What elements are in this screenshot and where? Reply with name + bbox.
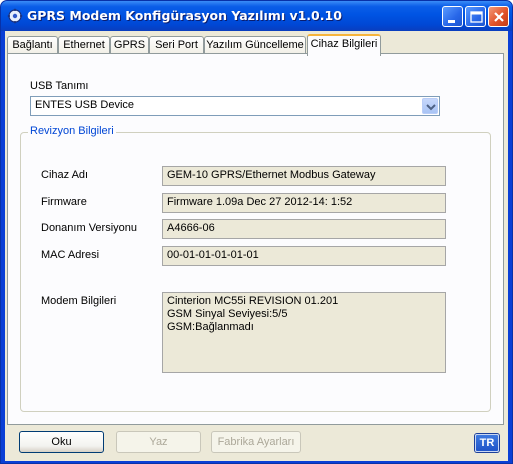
hardware-version-field: A4666-06 bbox=[162, 219, 446, 239]
close-button[interactable] bbox=[488, 6, 509, 27]
modem-info-field: Cinterion MC55i REVISION 01.201 GSM Siny… bbox=[162, 292, 446, 373]
minimize-button[interactable] bbox=[442, 6, 463, 27]
modem-info-label: Modem Bilgileri bbox=[41, 295, 117, 307]
device-name-label: Cihaz Adı bbox=[41, 169, 89, 181]
usb-device-select[interactable]: ENTES USB Device bbox=[30, 96, 440, 116]
firmware-field: Firmware 1.09a Dec 27 2012-14: 1:52 bbox=[162, 193, 446, 213]
modem-info-line: GSM:Bağlanmadı bbox=[167, 321, 254, 333]
modem-info-line: GSM Sinyal Seviyesi:5/5 bbox=[167, 308, 288, 320]
device-name-field: GEM-10 GPRS/Ethernet Modbus Gateway bbox=[162, 166, 446, 186]
firmware-label: Firmware bbox=[41, 196, 87, 208]
language-button[interactable]: TR bbox=[475, 434, 499, 452]
close-icon bbox=[494, 12, 504, 22]
title-bar[interactable]: GPRS Modem Konfigürasyon Yazılımı v1.0.1… bbox=[1, 1, 512, 31]
usb-label: USB Tanımı bbox=[30, 80, 89, 92]
tab-seri-port[interactable]: Seri Port bbox=[149, 36, 204, 54]
usb-device-selected: ENTES USB Device bbox=[35, 99, 135, 111]
revision-group: Revizyon Bilgileri Cihaz Adı GEM-10 GPRS… bbox=[20, 125, 491, 412]
dropdown-button[interactable] bbox=[422, 98, 438, 114]
tab-ethernet[interactable]: Ethernet bbox=[58, 36, 110, 54]
read-button[interactable]: Oku bbox=[19, 431, 104, 453]
factory-reset-button[interactable]: Fabrika Ayarları bbox=[211, 431, 301, 453]
chevron-down-icon bbox=[426, 104, 436, 111]
window-client-area: Bağlantı Ethernet GPRS Seri Port Yazılım… bbox=[5, 31, 508, 461]
tab-yazilim-guncelleme[interactable]: Yazılım Güncelleme bbox=[204, 36, 306, 54]
tab-cihaz-bilgileri[interactable]: Cihaz Bilgileri bbox=[307, 34, 381, 56]
write-button[interactable]: Yaz bbox=[116, 431, 201, 453]
revision-group-title: Revizyon Bilgileri bbox=[28, 125, 116, 137]
maximize-icon bbox=[470, 11, 483, 23]
minimize-icon bbox=[448, 20, 455, 23]
tab-panel-cihaz-bilgileri: USB Tanımı ENTES USB Device Revizyon Bil… bbox=[7, 53, 504, 425]
gear-network-icon bbox=[7, 8, 23, 24]
tab-gprs[interactable]: GPRS bbox=[110, 36, 149, 54]
modem-info-line: Cinterion MC55i REVISION 01.201 bbox=[167, 295, 339, 307]
window-title: GPRS Modem Konfigürasyon Yazılımı v1.0.1… bbox=[27, 8, 342, 23]
mac-address-label: MAC Adresi bbox=[41, 249, 100, 261]
tab-baglanti[interactable]: Bağlantı bbox=[7, 36, 58, 54]
mac-address-field: 00-01-01-01-01-01 bbox=[162, 246, 446, 266]
app-window: GPRS Modem Konfigürasyon Yazılımı v1.0.1… bbox=[0, 0, 513, 464]
maximize-button[interactable] bbox=[465, 6, 486, 27]
hardware-version-label: Donanım Versiyonu bbox=[41, 222, 137, 234]
